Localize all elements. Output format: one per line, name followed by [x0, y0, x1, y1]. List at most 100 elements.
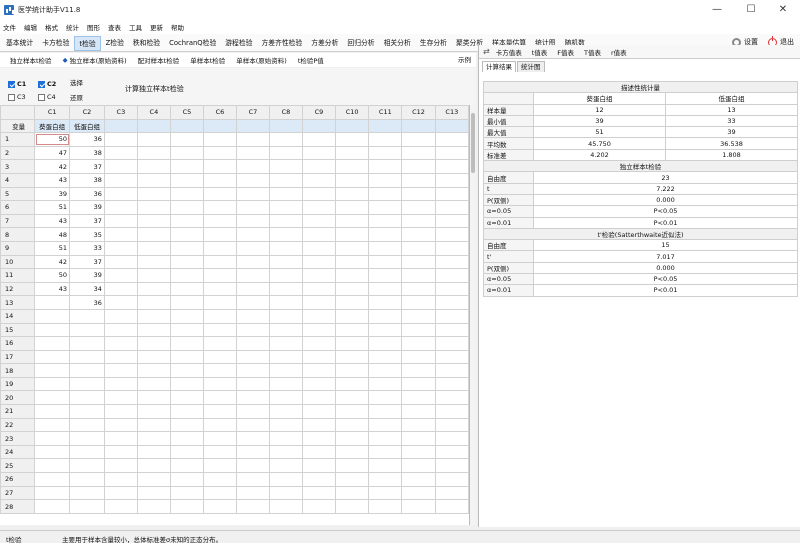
menu-item[interactable]: 更新 [150, 22, 163, 32]
close-button[interactable]: ✕ [766, 0, 800, 20]
ribbon-tab[interactable]: CochranQ检验 [165, 36, 220, 51]
data-cell[interactable] [268, 417, 303, 433]
row-header[interactable]: 27 [0, 485, 36, 501]
data-cell[interactable] [34, 349, 71, 365]
data-cell[interactable] [103, 268, 138, 283]
data-cell[interactable] [136, 485, 171, 501]
row-header[interactable]: 14 [0, 308, 36, 324]
data-cell[interactable] [169, 417, 204, 433]
sub-tab[interactable]: 单样本(原始资料) [236, 55, 287, 65]
data-cell[interactable] [301, 485, 336, 501]
row-header[interactable]: 18 [0, 363, 36, 378]
data-cell[interactable] [202, 240, 237, 256]
data-cell[interactable] [34, 376, 71, 392]
data-cell[interactable] [268, 213, 303, 229]
row-header[interactable]: 12 [0, 281, 36, 297]
data-cell[interactable] [434, 159, 469, 174]
row-header[interactable]: 22 [0, 417, 36, 433]
data-cell[interactable] [368, 200, 403, 215]
menu-item[interactable]: 文件 [3, 22, 16, 32]
data-cell[interactable] [368, 213, 403, 229]
variable-name-cell[interactable] [268, 118, 303, 134]
data-cell[interactable] [34, 417, 71, 433]
variable-name-cell[interactable] [334, 118, 370, 134]
data-cell[interactable] [34, 472, 71, 487]
data-cell[interactable] [169, 159, 204, 174]
c3-checkbox[interactable]: C3 [8, 93, 26, 101]
data-cell[interactable] [235, 376, 270, 392]
data-cell[interactable] [334, 159, 370, 174]
data-cell[interactable] [235, 390, 270, 406]
column-header[interactable]: C3 [103, 105, 138, 120]
data-cell[interactable] [235, 499, 270, 514]
data-cell[interactable] [136, 349, 171, 365]
data-cell[interactable] [434, 458, 469, 474]
data-cell[interactable] [169, 308, 204, 324]
data-cell[interactable]: 37 [69, 159, 105, 174]
data-cell[interactable]: 39 [34, 186, 71, 202]
data-cell[interactable] [69, 390, 105, 406]
variable-name-cell[interactable] [434, 118, 469, 134]
restore-button[interactable]: 还原 [70, 92, 83, 102]
data-cell[interactable] [136, 417, 171, 433]
data-cell[interactable] [334, 254, 370, 270]
lookup-tab[interactable]: 卡方值表 [496, 47, 522, 57]
data-cell[interactable] [301, 240, 336, 256]
data-cell[interactable] [334, 200, 370, 215]
data-cell[interactable] [169, 295, 204, 310]
data-cell[interactable] [235, 458, 270, 474]
data-cell[interactable] [334, 336, 370, 351]
data-cell[interactable] [169, 444, 204, 460]
data-cell[interactable] [69, 458, 105, 474]
data-cell[interactable]: 38 [69, 145, 105, 161]
column-header[interactable]: C8 [268, 105, 303, 120]
data-cell[interactable] [301, 417, 336, 433]
data-cell[interactable] [434, 499, 469, 514]
data-cell[interactable] [69, 336, 105, 351]
data-cell[interactable] [401, 431, 436, 446]
data-cell[interactable] [169, 200, 204, 215]
data-cell[interactable] [301, 363, 336, 378]
data-cell[interactable] [268, 458, 303, 474]
column-header[interactable]: C7 [235, 105, 270, 120]
data-cell[interactable] [235, 336, 270, 351]
data-cell[interactable] [368, 336, 403, 351]
variable-name-cell[interactable] [202, 118, 237, 134]
data-cell[interactable] [368, 227, 403, 242]
compute-button[interactable]: 计算独立样本t检验 [125, 84, 184, 94]
data-cell[interactable] [235, 322, 270, 338]
data-cell[interactable] [136, 472, 171, 487]
data-cell[interactable] [202, 431, 237, 446]
ribbon-tab[interactable]: 方差齐性检验 [257, 36, 306, 51]
data-cell[interactable] [301, 186, 336, 202]
data-cell[interactable] [368, 308, 403, 324]
data-cell[interactable]: 39 [69, 200, 105, 215]
data-cell[interactable] [69, 485, 105, 501]
data-cell[interactable] [69, 308, 105, 324]
variable-name-cell[interactable] [235, 118, 270, 134]
data-cell[interactable] [202, 200, 237, 215]
data-cell[interactable] [334, 376, 370, 392]
data-cell[interactable] [401, 417, 436, 433]
row-header[interactable]: 5 [0, 186, 36, 202]
data-cell[interactable] [69, 431, 105, 446]
row-header[interactable]: 2 [0, 145, 36, 161]
example-button[interactable]: 示例 [458, 54, 471, 64]
row-header[interactable]: 28 [0, 499, 36, 514]
data-cell[interactable] [235, 281, 270, 297]
c2-checkbox[interactable]: C2 [38, 80, 56, 88]
data-cell[interactable] [202, 376, 237, 392]
data-cell[interactable] [235, 145, 270, 161]
data-cell[interactable] [103, 227, 138, 242]
data-cell[interactable] [268, 485, 303, 501]
data-cell[interactable] [268, 322, 303, 338]
data-cell[interactable] [334, 390, 370, 406]
row-header[interactable]: 11 [0, 268, 36, 283]
data-cell[interactable] [103, 499, 138, 514]
data-cell[interactable] [434, 431, 469, 446]
data-cell[interactable] [334, 458, 370, 474]
data-cell[interactable] [136, 200, 171, 215]
data-cell[interactable] [268, 390, 303, 406]
data-cell[interactable]: 43 [34, 213, 71, 229]
data-cell[interactable] [202, 159, 237, 174]
